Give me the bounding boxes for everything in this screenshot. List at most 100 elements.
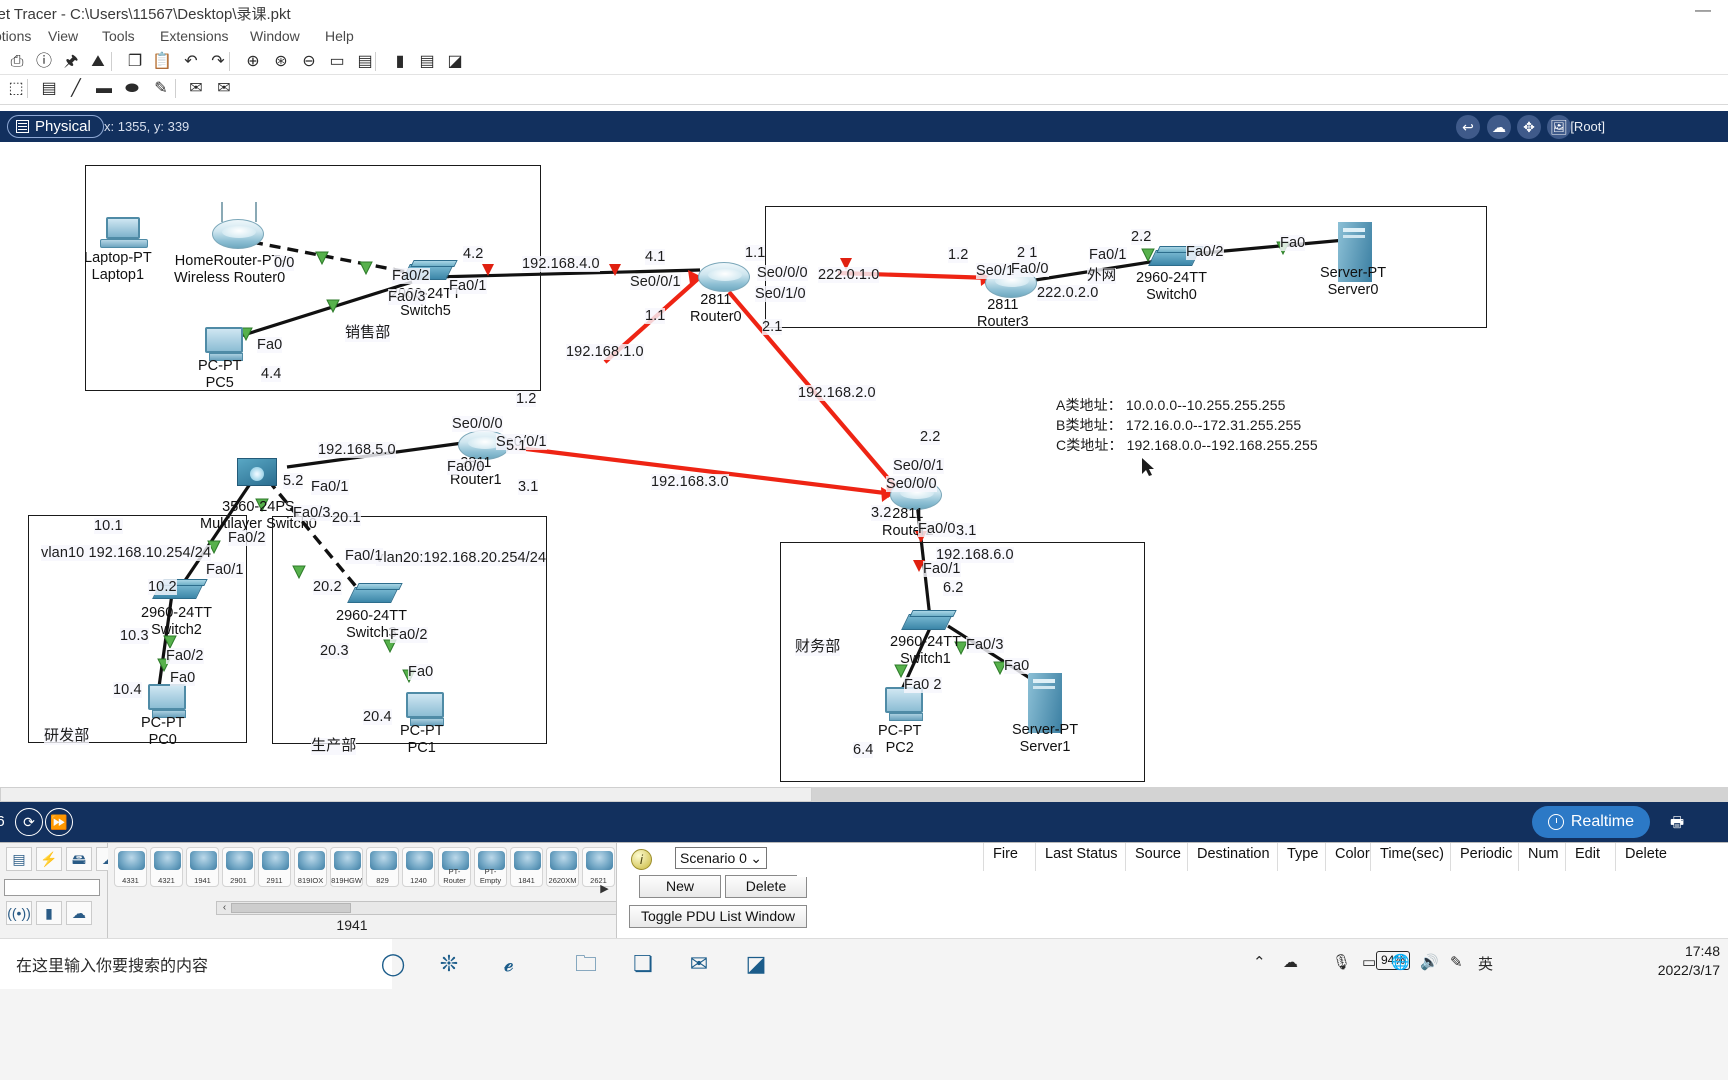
- inspect-icon[interactable]: ▤: [38, 78, 60, 99]
- delete-scenario-button[interactable]: Delete: [725, 875, 807, 898]
- menu-item-extensions[interactable]: Extensions: [160, 28, 228, 44]
- undo-icon[interactable]: ↶: [180, 51, 202, 72]
- menu-item-view[interactable]: View: [48, 28, 78, 44]
- layers-icon[interactable]: ▤: [416, 51, 438, 72]
- tray-network-icon[interactable]: 🌐: [1391, 953, 1410, 971]
- pdu-column-type[interactable]: Type: [1287, 846, 1318, 862]
- palette-device-pt-empty[interactable]: PT-Empty: [474, 847, 507, 887]
- palette-device-1941[interactable]: 1941: [186, 847, 219, 887]
- mail-icon[interactable]: ✉: [678, 944, 720, 984]
- viewport-icon[interactable]: ▭: [326, 51, 348, 72]
- pdu-info-icon[interactable]: i: [631, 849, 652, 870]
- pdu-column-destination[interactable]: Destination: [1197, 846, 1270, 862]
- palette-device-4321[interactable]: 4321: [150, 847, 183, 887]
- pdu-column-color[interactable]: Color: [1335, 846, 1370, 862]
- device-switch1[interactable]: [905, 610, 957, 634]
- draw-line-icon[interactable]: ╱: [65, 78, 87, 99]
- new-scenario-button[interactable]: New: [639, 875, 721, 898]
- palette-device-819hgw[interactable]: 819HGW: [330, 847, 363, 887]
- cloud-category-icon[interactable]: ☁: [66, 901, 92, 925]
- canvas-scroll-thumb[interactable]: [0, 787, 812, 802]
- pdu-column-timesec[interactable]: Time(sec): [1380, 846, 1444, 862]
- move-icon[interactable]: ✥: [1517, 115, 1541, 139]
- add-complex-pdu-icon[interactable]: ✉: [213, 78, 235, 99]
- cluster-icon[interactable]: ⛰: [87, 51, 109, 72]
- edge-icon[interactable]: 𝓮: [488, 944, 530, 984]
- security-category-icon[interactable]: ▮: [36, 901, 62, 925]
- power-cycle-devices-icon[interactable]: ⟳: [15, 808, 43, 836]
- palette-device-1841[interactable]: 1841: [510, 847, 543, 887]
- palette-window-icon[interactable]: ▤: [354, 51, 376, 72]
- tray-onedrive-icon[interactable]: ☁: [1283, 953, 1298, 971]
- toggle-pdu-list-button[interactable]: Toggle PDU List Window: [629, 905, 807, 928]
- palette-device-2620xm[interactable]: 2620XM: [546, 847, 579, 887]
- store-icon[interactable]: ❏: [622, 944, 664, 984]
- tray-pen-icon[interactable]: ✎: [1450, 953, 1463, 971]
- task-view-icon[interactable]: ❊: [428, 944, 470, 984]
- device-home-router0[interactable]: [212, 219, 264, 249]
- draw-ellipse-icon[interactable]: ⬬: [121, 78, 143, 99]
- wireless-category-icon[interactable]: ((•)): [6, 901, 32, 925]
- file-explorer-icon[interactable]: 🗀: [565, 944, 607, 984]
- pdu-column-delete[interactable]: Delete: [1625, 846, 1667, 862]
- network-icon[interactable]: ◪: [444, 51, 466, 72]
- palette-device-2911[interactable]: 2911: [258, 847, 291, 887]
- notes-icon[interactable]: ▮: [389, 51, 411, 72]
- palette-search-input[interactable]: [4, 879, 100, 896]
- cloud-icon[interactable]: ☁: [1487, 115, 1511, 139]
- enduser-category-icon[interactable]: 🖴: [66, 847, 92, 871]
- info-icon[interactable]: ⓘ: [33, 51, 55, 72]
- tray-expand-icon[interactable]: ⌃: [1253, 953, 1266, 971]
- menu-item-otions[interactable]: otions: [0, 28, 31, 44]
- pdu-column-source[interactable]: Source: [1135, 846, 1181, 862]
- draw-rect-icon[interactable]: ▬: [93, 78, 115, 99]
- zoom-in-icon[interactable]: ⊕: [242, 51, 264, 72]
- palette-device-pt-router[interactable]: PT-Router: [438, 847, 471, 887]
- pdu-column-periodic[interactable]: Periodic: [1460, 846, 1512, 862]
- device-switch3[interactable]: [351, 583, 403, 607]
- zoom-reset-icon[interactable]: ⊛: [270, 51, 292, 72]
- minimize-button[interactable]: —: [1692, 4, 1714, 22]
- simulation-mode-icon[interactable]: 🖶: [1670, 812, 1694, 831]
- pdu-column-num[interactable]: Num: [1528, 846, 1559, 862]
- device-multilayer-switch0[interactable]: [237, 454, 281, 490]
- palette-device-829[interactable]: 829: [366, 847, 399, 887]
- image-icon[interactable]: 🖼: [1547, 115, 1571, 139]
- device-category-palette[interactable]: ▤⚡🖴☁((•))▮☁: [0, 843, 108, 939]
- copy-icon[interactable]: ❐: [124, 51, 146, 72]
- physical-view-button[interactable]: Physical: [7, 115, 104, 138]
- realtime-mode-button[interactable]: Realtime: [1532, 806, 1650, 838]
- palette-device-2901[interactable]: 2901: [222, 847, 255, 887]
- menu-item-tools[interactable]: Tools: [102, 28, 135, 44]
- taskbar-clock[interactable]: 17:48 2022/3/17: [1658, 942, 1720, 980]
- pdu-column-fire[interactable]: Fire: [993, 846, 1018, 862]
- palette-scroll-thumb[interactable]: [231, 903, 351, 913]
- palette-expand-arrow[interactable]: ▶: [598, 879, 611, 899]
- connections-category-icon[interactable]: ⚡: [36, 847, 62, 871]
- pdu-column-laststatus[interactable]: Last Status: [1045, 846, 1118, 862]
- paste-icon[interactable]: 📋: [151, 51, 173, 72]
- palette-icon[interactable]: 🖈: [60, 51, 82, 72]
- canvas-horizontal-scrollbar[interactable]: [0, 787, 1728, 802]
- network-canvas[interactable]: 销售部研发部生产部财务部Laptop-PTLaptop1HomeRouter-P…: [0, 142, 1728, 787]
- tray-ime-icon[interactable]: 英: [1478, 953, 1493, 974]
- add-simple-pdu-icon[interactable]: ✉: [185, 78, 207, 99]
- fast-forward-icon[interactable]: ⏩: [45, 808, 73, 836]
- windows-search-box[interactable]: 在这里输入你要搜索的内容: [0, 939, 392, 989]
- palette-device-1240[interactable]: 1240: [402, 847, 435, 887]
- select-icon[interactable]: ⬚: [5, 78, 27, 99]
- menu-item-help[interactable]: Help: [325, 28, 354, 44]
- pdu-column-edit[interactable]: Edit: [1575, 846, 1600, 862]
- palette-device-819iox[interactable]: 819IOX: [294, 847, 327, 887]
- packet-tracer-icon[interactable]: ◪: [735, 944, 777, 984]
- redo-icon[interactable]: ↷: [207, 51, 229, 72]
- cortana-icon[interactable]: ◯: [372, 944, 414, 984]
- draw-freeform-icon[interactable]: ✎: [150, 78, 172, 99]
- palette-device-4331[interactable]: 4331: [114, 847, 147, 887]
- menu-item-window[interactable]: Window: [250, 28, 300, 44]
- device-laptop1[interactable]: [100, 217, 148, 253]
- back-arrow-icon[interactable]: ↩: [1456, 115, 1480, 139]
- tray-volume-icon[interactable]: 🔊: [1420, 953, 1439, 971]
- device-router0[interactable]: [698, 262, 750, 292]
- tray-mute-icon[interactable]: 🎙: [1332, 953, 1351, 971]
